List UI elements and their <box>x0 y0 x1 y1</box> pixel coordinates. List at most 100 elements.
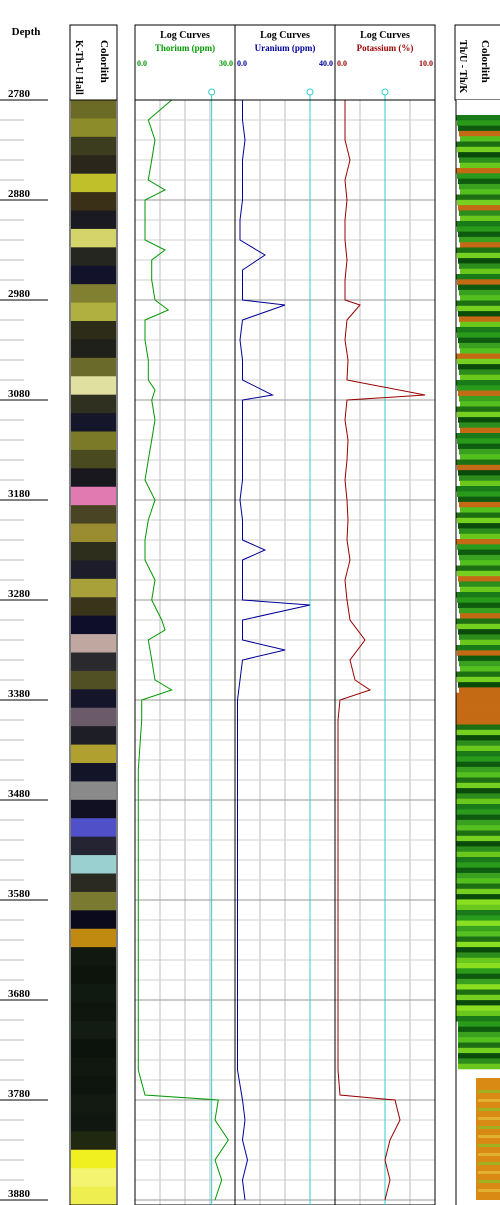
colorlith-right-band <box>478 1117 500 1120</box>
colorlith-band <box>71 855 116 875</box>
colorlith-right-band <box>458 602 500 609</box>
colorlith-right-band <box>458 1053 500 1059</box>
colorlith-right-band <box>456 830 500 837</box>
depth-tick-label: 3480 <box>8 788 31 800</box>
colorlith-band <box>71 634 116 654</box>
colorlith-right-band <box>456 115 500 121</box>
colorlith-right-band <box>478 1153 500 1156</box>
colorlith-band <box>71 228 116 248</box>
colorlith-right-band <box>457 146 500 153</box>
track-curve-name: Potassium (%) <box>357 43 414 53</box>
colorlith-right-band <box>456 671 500 678</box>
colorlith-band <box>71 247 116 267</box>
colorlith-band <box>71 173 116 193</box>
colorlith-band <box>71 836 116 856</box>
colorlith-right-band <box>456 941 500 948</box>
colorlith-right-band <box>458 1042 500 1049</box>
colorlith-right-band <box>456 353 500 360</box>
colorlith-right-band <box>456 1010 500 1017</box>
colorlith-right-band <box>456 899 500 905</box>
log-tracks: Log Curves Thorium (ppm) 0.0 30.0 Log Curves… <box>134 24 436 1205</box>
colorlith-right-band <box>460 480 500 487</box>
colorlith-right-band <box>456 788 500 794</box>
colorlith-right-band <box>456 851 500 858</box>
colorlith-band <box>71 284 116 304</box>
colorlith-right-band <box>459 607 500 614</box>
colorlith-right-subtitle: Th/U - Th/K <box>457 40 468 93</box>
colorlith-right-band <box>456 433 500 439</box>
colorlith-band <box>71 707 116 727</box>
colorlith-right-band <box>458 1031 500 1038</box>
colorlith-right-band <box>458 682 500 688</box>
colorlith-band <box>71 1002 116 1022</box>
cutoff-marker <box>306 88 314 96</box>
colorlith-right-band <box>460 507 500 513</box>
colorlith-right-band <box>457 676 500 683</box>
depth-axis: 2780 2880 2980 3080 3180 3280 3380 3480 3580 3680… <box>0 88 48 1201</box>
colorlith-right-band <box>459 475 500 481</box>
colorlith-band <box>71 947 116 967</box>
colorlith-right-band <box>459 263 500 269</box>
colorlith-band <box>71 265 116 285</box>
colorlith-right-band <box>456 751 500 757</box>
colorlith-right-band <box>478 1171 500 1174</box>
colorlith-right-band <box>459 316 500 322</box>
colorlith-band <box>71 449 116 469</box>
colorlith-right-band <box>456 894 500 900</box>
colorlith-right-band <box>478 1135 500 1138</box>
colorlith-right-band <box>456 920 500 927</box>
colorlith-band <box>71 1076 116 1096</box>
colorlith-right-band <box>456 168 500 174</box>
colorlith-band <box>71 726 116 746</box>
colorlith-right-band <box>456 745 500 752</box>
colorlith-right-band <box>459 369 500 375</box>
colorlith-right-band <box>456 194 500 201</box>
colorlith-right-band <box>456 141 500 148</box>
colorlith-band <box>71 376 116 396</box>
colorlith-right-band <box>456 756 500 762</box>
colorlith-right-band <box>457 597 500 603</box>
depth-tick-label: 3780 <box>8 1088 31 1100</box>
colorlith-right-band <box>457 305 500 312</box>
colorlith-right-band <box>458 152 500 158</box>
colorlith-right-band <box>460 321 500 328</box>
colorlith-right-band <box>459 395 500 402</box>
colorlith-right-band <box>457 332 500 338</box>
colorlith-right-band <box>459 581 500 587</box>
colorlith-right-band <box>458 523 500 529</box>
colorlith-right-band <box>458 443 500 450</box>
track-scale-min: 0.0 <box>337 59 347 68</box>
colorlith-right-band <box>457 544 500 550</box>
colorlith-band <box>71 652 116 672</box>
depth-tick-label: 2980 <box>8 288 31 300</box>
colorlith-right-band <box>456 819 500 826</box>
colorlith-right-band <box>458 311 500 317</box>
colorlith-right-band <box>478 1090 500 1093</box>
colorlith-band <box>71 505 116 525</box>
colorlith-right-band <box>460 401 500 407</box>
colorlith-right-band <box>456 857 500 863</box>
colorlith-right-band <box>459 210 500 216</box>
colorlith-right-band <box>456 963 500 969</box>
colorlith-right-band <box>456 1000 500 1006</box>
colorlith-right-band <box>458 205 500 211</box>
colorlith-right-band <box>456 1005 500 1011</box>
colorlith-right-band <box>456 713 500 720</box>
colorlith-right-band <box>457 517 500 524</box>
colorlith-right-band <box>456 539 500 545</box>
colorlith-right-band <box>456 947 500 953</box>
colorlith-band <box>71 302 116 322</box>
colorlith-right-band <box>456 698 500 704</box>
colorlith-right-band <box>478 1144 500 1147</box>
colorlith-right-band <box>457 650 500 656</box>
colorlith-band <box>71 357 116 377</box>
colorlith-band <box>71 984 116 1004</box>
track-scale-min: 0.0 <box>137 59 147 68</box>
colorlith-band <box>71 1094 116 1114</box>
colorlith-right-title: Colorlith <box>479 40 491 83</box>
colorlith-band <box>71 468 116 488</box>
colorlith-right-band <box>460 242 500 248</box>
colorlith-band <box>71 339 116 359</box>
colorlith-right-band <box>458 1026 500 1033</box>
colorlith-right-band <box>456 957 500 964</box>
